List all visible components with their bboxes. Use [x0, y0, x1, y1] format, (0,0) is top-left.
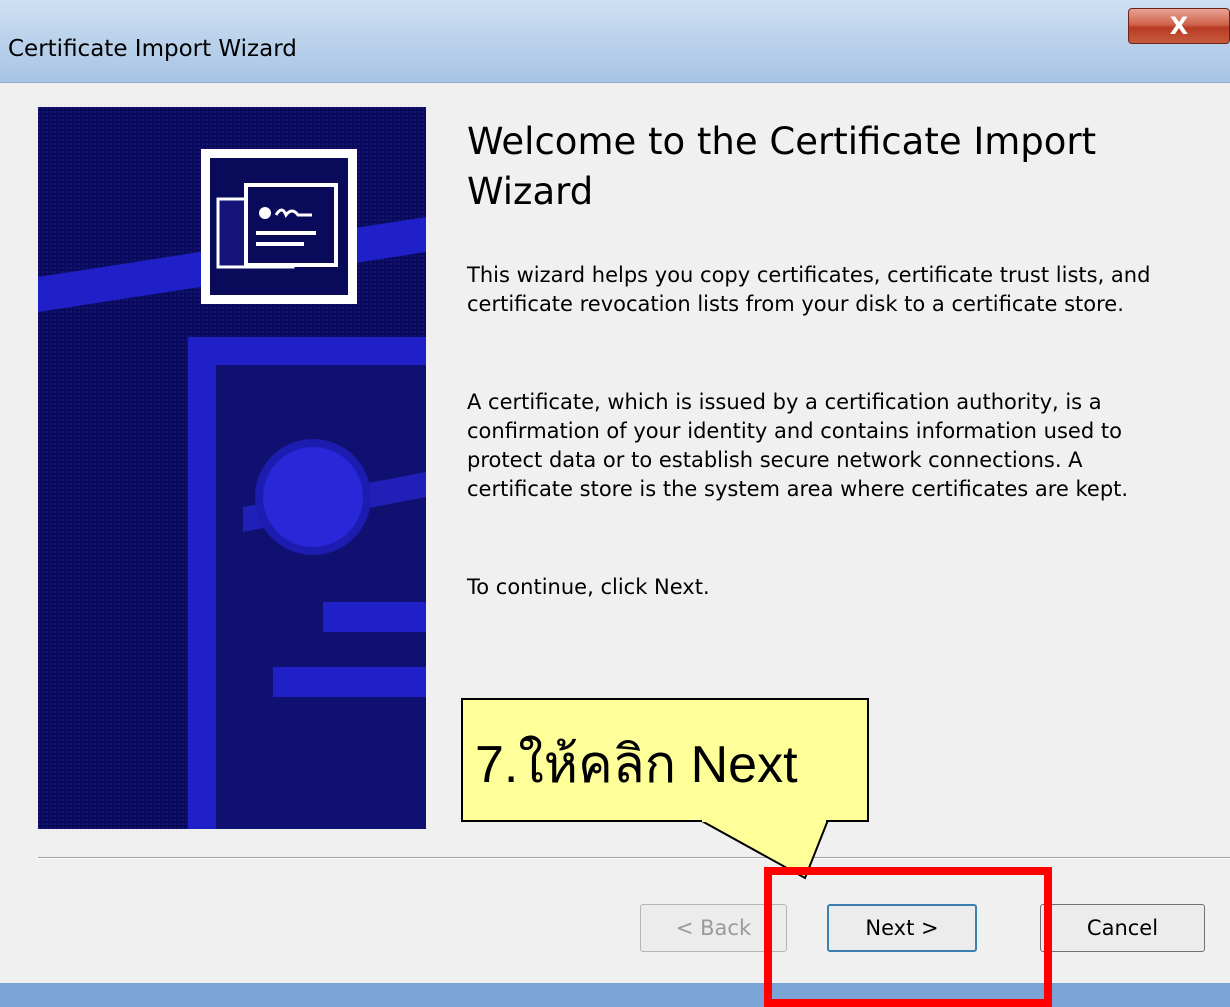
next-button-highlight: [764, 867, 1052, 1007]
seal-icon: [255, 439, 371, 555]
close-button[interactable]: X: [1128, 8, 1230, 44]
instruction-callout: 7.ให้คลิก Next: [461, 698, 869, 822]
title-bar[interactable]: Certificate Import Wizard X: [0, 0, 1230, 83]
callout-text: 7.ให้คลิก Next: [475, 736, 798, 794]
certificate-description-paragraph: A certificate, which is issued by a cert…: [467, 390, 1129, 501]
continue-instruction: To continue, click Next.: [467, 575, 710, 599]
button-separator: [38, 857, 1230, 859]
certificate-icon: [201, 149, 357, 304]
window-title: Certificate Import Wizard: [8, 36, 297, 62]
certificate-import-wizard-window: Certificate Import Wizard X Welcome to t…: [0, 0, 1230, 1007]
wizard-heading: Welcome to the Certificate Import Wizard: [467, 120, 1097, 213]
banner-graphic: [38, 107, 426, 829]
cancel-button[interactable]: Cancel: [1040, 904, 1205, 952]
wizard-banner-image: [38, 107, 426, 829]
wizard-client-area: Welcome to the Certificate Import Wizard…: [0, 83, 1230, 983]
intro-paragraph: This wizard helps you copy certificates,…: [467, 263, 1151, 316]
close-icon: X: [1169, 12, 1189, 40]
